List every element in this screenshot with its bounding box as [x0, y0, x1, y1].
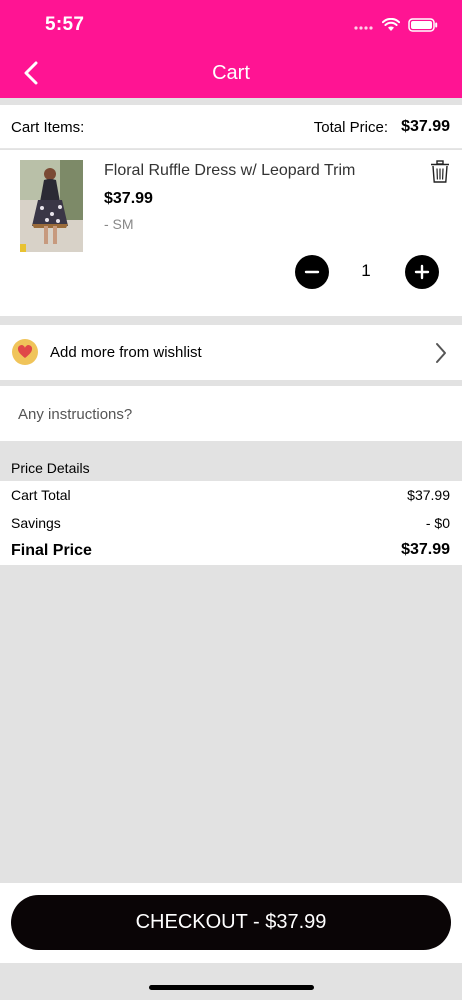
- checkout-button[interactable]: CHECKOUT - $37.99: [11, 895, 451, 950]
- price-details-header: Price Details: [0, 449, 462, 481]
- total-price-value: $37.99: [401, 118, 450, 135]
- instructions-input[interactable]: [16, 400, 440, 428]
- chevron-right-icon: [436, 343, 446, 363]
- cart-summary: Cart Items: Total Price: $37.99: [0, 105, 462, 149]
- total-price-label: Total Price:: [313, 119, 388, 136]
- cart-total-value: $37.99: [407, 487, 450, 503]
- battery-icon: [408, 18, 438, 32]
- delete-item-button[interactable]: [429, 160, 451, 184]
- product-size: - SM: [104, 216, 134, 232]
- wishlist-label: Add more from wishlist: [50, 344, 202, 361]
- price-details-title: Price Details: [11, 460, 90, 476]
- trash-icon: [431, 160, 449, 183]
- price-details: Cart Total $37.99 Savings - $0 Final Pri…: [0, 481, 462, 565]
- savings-label: Savings: [11, 515, 61, 531]
- app-header: 5:57 Cart: [0, 0, 462, 98]
- add-from-wishlist-row[interactable]: Add more from wishlist: [0, 325, 462, 380]
- product-name[interactable]: Floral Ruffle Dress w/ Leopard Trim: [104, 162, 355, 180]
- page-title: Cart: [212, 62, 250, 84]
- status-time: 5:57: [45, 14, 85, 35]
- cart-total-label: Cart Total: [11, 487, 71, 503]
- plus-icon: [414, 264, 430, 280]
- cart-item: Floral Ruffle Dress w/ Leopard Trim $37.…: [0, 150, 462, 316]
- decrease-quantity-button[interactable]: [295, 255, 329, 289]
- checkout-bar: CHECKOUT - $37.99: [0, 883, 462, 963]
- status-icons: [354, 16, 438, 34]
- final-price-value: $37.99: [401, 541, 450, 558]
- home-indicator[interactable]: [149, 985, 314, 990]
- product-price: $37.99: [104, 190, 153, 207]
- savings-value: - $0: [425, 515, 450, 531]
- minus-icon: [304, 270, 320, 274]
- signal-icon: [354, 26, 373, 30]
- quantity-value: 1: [361, 261, 371, 280]
- wifi-icon: [382, 18, 400, 31]
- final-price-label: Final Price: [11, 542, 92, 559]
- increase-quantity-button[interactable]: [405, 255, 439, 289]
- wishlist-heart-icon: [12, 339, 38, 365]
- product-image[interactable]: [20, 160, 83, 252]
- cart-items-label: Cart Items:: [11, 119, 85, 136]
- instructions-section: [0, 386, 462, 441]
